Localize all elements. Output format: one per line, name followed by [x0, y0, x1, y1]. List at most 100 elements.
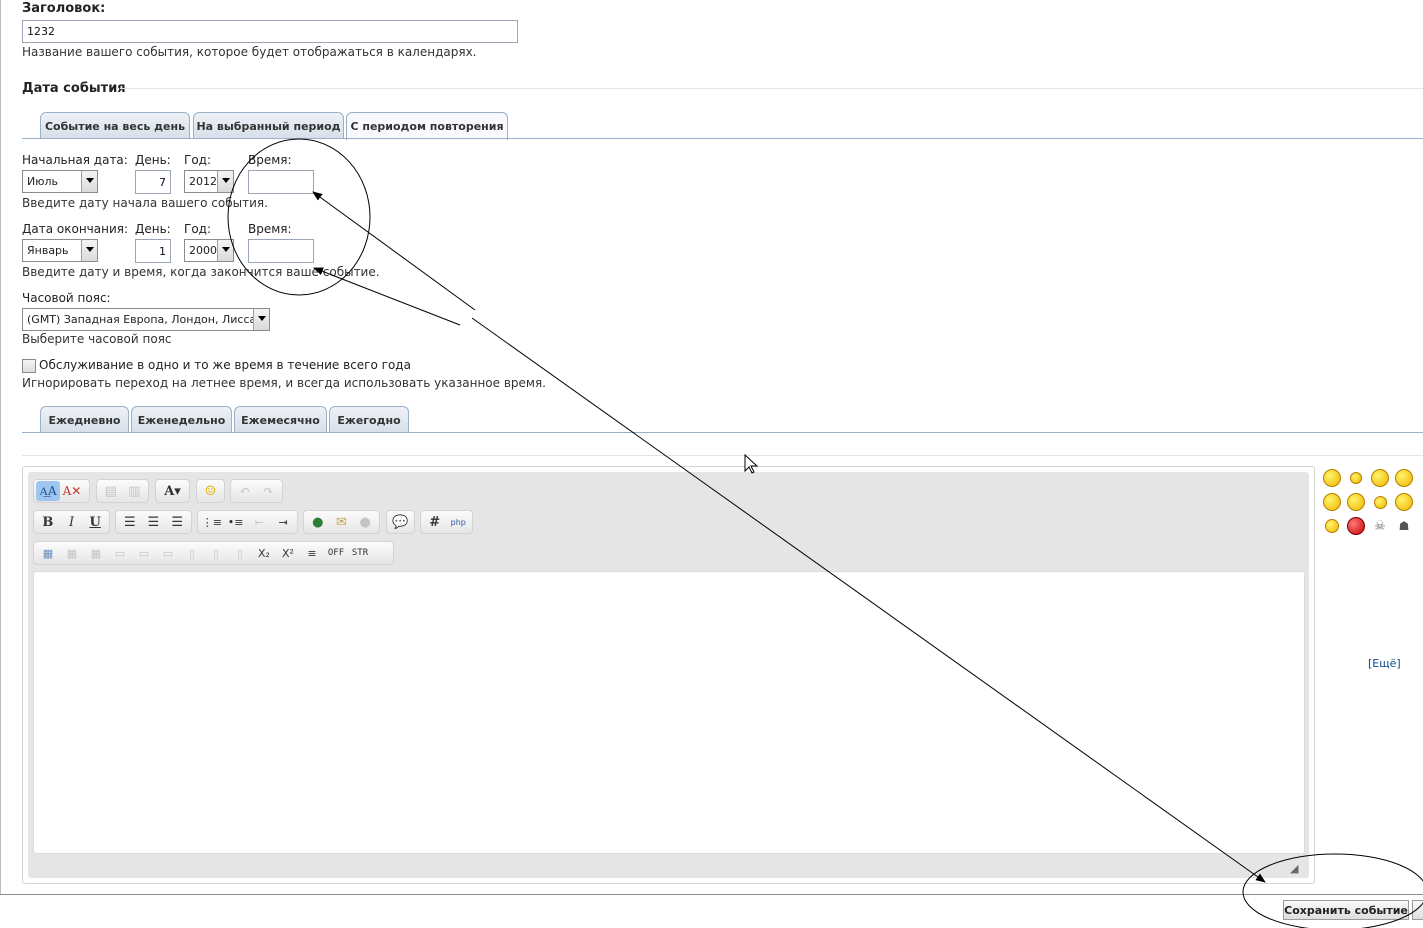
- dst-hint: Игнорировать переход на летнее время, и …: [22, 376, 546, 390]
- col-right-icon[interactable]: ▯: [204, 543, 228, 563]
- dst-checkbox[interactable]: [22, 359, 36, 373]
- str-button[interactable]: STR: [348, 543, 372, 563]
- tab-all-day[interactable]: Событие на весь день: [40, 112, 190, 139]
- align-right-icon[interactable]: ☰: [165, 512, 189, 532]
- smilie-icon[interactable]: [1393, 491, 1415, 513]
- switch-mode-icon[interactable]: A͟A: [36, 481, 60, 501]
- smilie-icon[interactable]: [1393, 467, 1415, 489]
- toolbar-group-format: A͟A A✕: [33, 479, 90, 503]
- start-month-value: Июль: [27, 175, 59, 188]
- save-event-button[interactable]: Сохранить событие: [1283, 900, 1409, 920]
- tab-selected-period[interactable]: На выбранный период: [193, 112, 344, 139]
- tab-weekly[interactable]: Еженедельно: [131, 406, 232, 433]
- remove-format-icon[interactable]: A✕: [60, 481, 84, 501]
- end-year-select[interactable]: 2000: [184, 239, 234, 262]
- frame-left-border: [0, 0, 1, 895]
- tab-selected-period-label: На выбранный период: [196, 119, 341, 133]
- off-button[interactable]: OFF: [324, 543, 348, 563]
- font-icon[interactable]: A▾: [158, 481, 187, 501]
- row-delete-icon[interactable]: ▭: [156, 543, 180, 563]
- superscript-button[interactable]: X²: [276, 543, 300, 563]
- start-month-select[interactable]: Июль: [22, 170, 98, 193]
- tab-repeat-period[interactable]: С периодом повторения: [346, 112, 508, 140]
- row-above-icon[interactable]: ▭: [108, 543, 132, 563]
- toolbar-group-style: B I U: [33, 510, 110, 534]
- toolbar-group-paste: ▤ ▥: [96, 479, 149, 503]
- start-day-label: День:: [135, 153, 171, 167]
- bold-button[interactable]: B: [36, 512, 60, 532]
- col-left-icon[interactable]: ▯: [180, 543, 204, 563]
- image-icon[interactable]: ●: [353, 512, 377, 532]
- smilie-icon[interactable]: [1345, 515, 1367, 537]
- dst-checkbox-label: Обслуживание в одно и то же время в тече…: [39, 358, 411, 372]
- smilie-icon[interactable]: [1369, 491, 1391, 513]
- toolbar-group-links: ● ✉ ●: [303, 510, 380, 534]
- timezone-select[interactable]: (GMT) Западная Европа, Лондон, Лиссабон,: [22, 308, 270, 331]
- end-time-input[interactable]: [248, 239, 314, 263]
- resize-handle-icon[interactable]: ◢: [1290, 862, 1298, 875]
- ordered-list-icon[interactable]: ⋮≡: [200, 512, 224, 532]
- italic-button[interactable]: I: [60, 512, 84, 532]
- undo-icon[interactable]: ↶: [233, 481, 257, 501]
- smilie-icon[interactable]: ☗: [1393, 515, 1415, 537]
- end-month-value: Январь: [27, 244, 69, 257]
- tab-monthly[interactable]: Ежемесячно: [234, 406, 327, 433]
- horizontal-rule-icon[interactable]: ≡: [300, 543, 324, 563]
- php-button[interactable]: php: [447, 512, 471, 532]
- start-time-input[interactable]: [248, 170, 314, 194]
- smilie-icon[interactable]: [1321, 467, 1343, 489]
- end-year-label: Год:: [184, 222, 211, 236]
- align-center-icon[interactable]: ☰: [142, 512, 166, 532]
- table-delete-icon[interactable]: ▦: [84, 543, 108, 563]
- table-props-icon[interactable]: ▦: [60, 543, 84, 563]
- end-day-label: День:: [135, 222, 171, 236]
- smilies-more-link[interactable]: [Ещё]: [1368, 657, 1401, 670]
- section-divider: [22, 455, 1423, 456]
- align-left-icon[interactable]: ☰: [118, 512, 142, 532]
- smilie-icon[interactable]: [1345, 467, 1367, 489]
- date-type-tabs: Событие на весь день На выбранный период…: [22, 112, 1423, 140]
- outdent-icon[interactable]: ⇤: [248, 512, 272, 532]
- row-below-icon[interactable]: ▭: [132, 543, 156, 563]
- title-input[interactable]: [22, 20, 518, 43]
- paste-icon[interactable]: ▤: [99, 481, 123, 501]
- toolbar-group-table: ▦ ▦ ▦ ▭ ▭ ▭ ▯ ▯ ▯ X₂ X² ≡ OFF STR: [33, 541, 394, 565]
- indent-icon[interactable]: ⇥: [271, 512, 295, 532]
- code-button[interactable]: #: [423, 512, 447, 532]
- smilie-icon[interactable]: ☺: [199, 481, 222, 501]
- redo-icon[interactable]: ↷: [257, 481, 281, 501]
- link-icon[interactable]: ●: [306, 512, 330, 532]
- paste-text-icon[interactable]: ▥: [123, 481, 147, 501]
- subscript-button[interactable]: X₂: [252, 543, 276, 563]
- annotation-arrow-start-time: [312, 191, 476, 311]
- repeat-tabs-baseline: [22, 432, 1423, 433]
- tab-weekly-label: Еженедельно: [137, 413, 226, 427]
- smilie-icon[interactable]: [1321, 515, 1343, 537]
- timezone-value: (GMT) Западная Европа, Лондон, Лиссабон,: [27, 313, 253, 326]
- skull-icon[interactable]: ☠: [1369, 515, 1391, 537]
- end-time-label: Время:: [248, 222, 292, 236]
- smilie-icon[interactable]: [1345, 491, 1367, 513]
- quote-icon[interactable]: 💬: [389, 512, 412, 532]
- repeat-tabs: Ежедневно Еженедельно Ежемесячно Ежегодн…: [22, 406, 1423, 433]
- table-icon[interactable]: ▦: [36, 543, 60, 563]
- start-year-label: Год:: [184, 153, 211, 167]
- start-date-label: Начальная дата:: [22, 153, 128, 167]
- tab-yearly[interactable]: Ежегодно: [329, 406, 409, 433]
- tab-daily[interactable]: Ежедневно: [40, 406, 129, 433]
- start-year-select[interactable]: 2012: [184, 170, 234, 193]
- start-day-input[interactable]: [135, 170, 171, 194]
- toolbar-group-quote: 💬: [386, 510, 415, 534]
- title-hint: Название вашего события, которое будет о…: [22, 45, 477, 59]
- smilie-icon[interactable]: [1369, 467, 1391, 489]
- end-month-select[interactable]: Январь: [22, 239, 98, 262]
- secondary-button-partial[interactable]: [1412, 900, 1423, 920]
- col-delete-icon[interactable]: ▯: [228, 543, 252, 563]
- unordered-list-icon[interactable]: •≡: [224, 512, 248, 532]
- end-day-input[interactable]: [135, 239, 171, 263]
- smilie-icon[interactable]: [1321, 491, 1343, 513]
- editor-textarea[interactable]: [33, 571, 1305, 854]
- end-date-hint: Введите дату и время, когда закончится в…: [22, 265, 380, 279]
- underline-button[interactable]: U: [83, 512, 107, 532]
- email-icon[interactable]: ✉: [330, 512, 354, 532]
